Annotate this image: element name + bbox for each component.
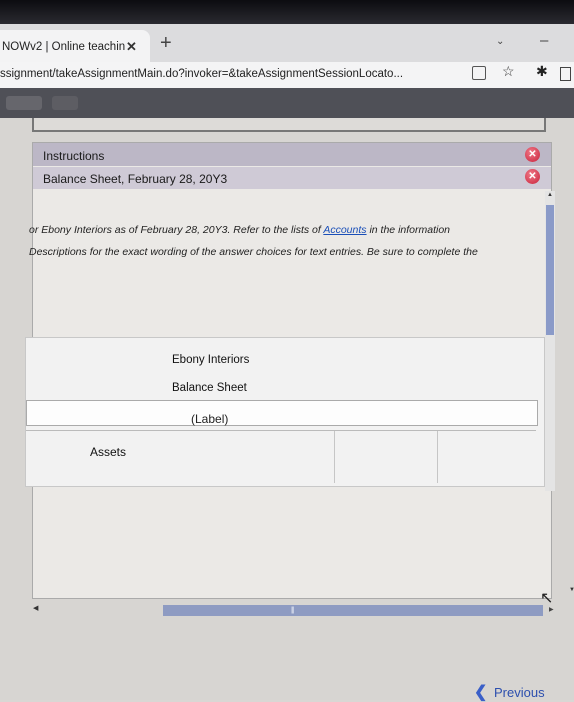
scroll-left-arrow-icon[interactable]: ◀ (33, 604, 38, 612)
row-label: Assets (90, 445, 127, 459)
window-top-strip (0, 0, 574, 24)
label-dropdown[interactable]: (Label) (26, 400, 538, 426)
scroll-grip-icon: ||| (291, 607, 295, 614)
new-tab-icon[interactable]: + (160, 32, 172, 55)
tab-close-icon[interactable]: ✕ (126, 39, 137, 55)
puzzle-icon[interactable]: ✱ (536, 63, 548, 80)
assignment-content: Instructions ✕ Balance Sheet, February 2… (0, 118, 574, 700)
tab-title: NOWv2 | Online teachin (2, 41, 126, 53)
close-icon[interactable]: ✕ (525, 147, 540, 162)
sidebar-icon[interactable] (560, 67, 571, 81)
minimize-icon[interactable]: – (540, 32, 548, 49)
chevron-left-icon: ❮ (474, 684, 488, 701)
statement-name: Balance Sheet (172, 382, 247, 394)
horizontal-scroll-thumb[interactable] (163, 605, 543, 616)
account-cell[interactable]: Assets (26, 431, 335, 483)
browser-tab[interactable]: NOWv2 | Online teachin ✕ (0, 30, 150, 62)
app-toolbar (0, 88, 574, 118)
url-text[interactable]: ssignment/takeAssignmentMain.do?invoker=… (0, 68, 403, 80)
instructions-panel: Instructions ✕ Balance Sheet, February 2… (25, 142, 574, 616)
toolbar-button[interactable] (52, 96, 78, 110)
address-bar[interactable]: ssignment/takeAssignmentMain.do?invoker=… (0, 62, 574, 89)
instructions-text: or Ebony Interiors as of February 28, 20… (29, 219, 529, 263)
browser-tab-bar: NOWv2 | Online teachin ✕ + ⌄ – (0, 24, 574, 62)
instructions-line-1: or Ebony Interiors as of February 28, 20… (29, 224, 451, 236)
mouse-cursor-icon: ↖ (540, 590, 554, 607)
upper-panel-edge (32, 118, 546, 132)
toolbar-button[interactable] (6, 96, 42, 110)
table-row: Assets (26, 430, 536, 483)
scroll-down-arrow-icon[interactable]: ▼ (569, 587, 574, 593)
share-icon[interactable] (472, 66, 486, 80)
instructions-subheader: Balance Sheet, February 28, 20Y3 (33, 167, 551, 189)
balance-sheet-worksheet: Ebony Interiors Balance Sheet (Label) As… (25, 337, 545, 487)
vertical-scrollbar[interactable] (545, 191, 555, 491)
company-name: Ebony Interiors (172, 354, 250, 366)
accounts-link[interactable]: Accounts (323, 224, 366, 236)
label-placeholder: (Label) (191, 412, 229, 426)
scroll-up-arrow-icon[interactable]: ▲ (547, 192, 553, 198)
close-icon[interactable]: ✕ (525, 169, 540, 184)
statement-title: Balance Sheet, February 28, 20Y3 (43, 172, 228, 186)
instructions-line-2: Descriptions for the exact wording of th… (29, 246, 478, 258)
amount-cell[interactable] (438, 431, 534, 483)
amount-cell[interactable] (335, 431, 438, 483)
instructions-header: Instructions ✕ (33, 143, 551, 166)
star-icon[interactable]: ☆ (502, 63, 515, 80)
previous-label: Previous (494, 685, 545, 700)
instructions-title: Instructions (43, 149, 105, 163)
vertical-scroll-thumb[interactable] (546, 205, 554, 335)
horizontal-scrollbar[interactable]: ◀ ||| ▶ (33, 603, 561, 617)
tab-search-chevron-icon[interactable]: ⌄ (496, 36, 504, 47)
